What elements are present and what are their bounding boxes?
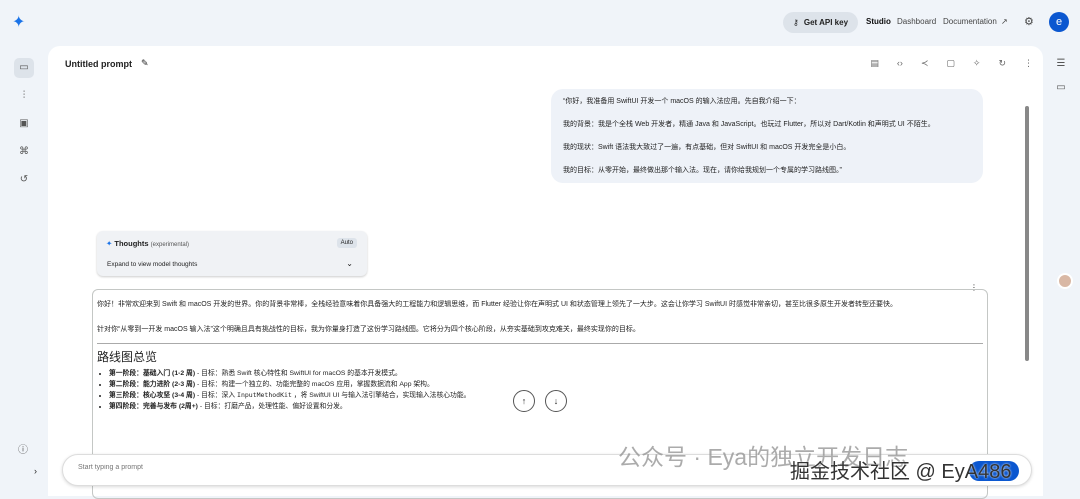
left-rail: ▭ ⫶ ▣ ⌘ ↺ (0, 50, 48, 195)
list-item: 第二阶段：能力进阶 (2-3 周) - 目标：构建一个独立的、功能完整的 mac… (109, 380, 983, 391)
avatar[interactable]: e (1049, 12, 1069, 32)
assistant-avatar[interactable] (1057, 273, 1073, 289)
stream-icon[interactable]: ⫶ (14, 86, 34, 106)
expand-thoughts[interactable]: Expand to view model thoughts (107, 261, 197, 268)
build-icon[interactable]: ⌘ (14, 142, 34, 162)
history-icon[interactable]: ↺ (14, 170, 34, 190)
chat-panel: Untitled prompt ✎ ▤ ‹› ≺ ▢ ✧ ↻ ⋮ “你好，我准备… (48, 46, 1043, 499)
thoughts-title: ✦ Thoughts (experimental) (106, 239, 189, 248)
message-line: 我的现状：Swift 语法我大致过了一遍，有点基础，但对 SwiftUI 和 m… (563, 144, 851, 152)
user-message: “你好，我准备用 SwiftUI 开发一个 macOS 的输入法应用。先自我介绍… (551, 89, 983, 184)
logo-icon[interactable]: ✦ (12, 12, 32, 32)
edit-icon[interactable]: ✎ (141, 58, 149, 69)
experimental-tag: (experimental) (150, 242, 190, 248)
message-line: 我的目标：从零开始，最终做出那个输入法。现在，请你给我规划一个专属的学习路线图。… (563, 167, 842, 175)
scroll-up-button[interactable]: ↑ (513, 390, 535, 412)
gear-icon[interactable]: ⚙ (1024, 15, 1034, 28)
thoughts-panel[interactable]: ✦ Thoughts (experimental) Auto Expand to… (97, 231, 367, 276)
auto-badge: Auto (336, 238, 357, 248)
nav-studio[interactable]: Studio (866, 17, 891, 26)
get-api-key-button[interactable]: ⚷ Get API key (783, 12, 859, 33)
toolbar: ▤ ‹› ≺ ▢ ✧ ↻ ⋮ (870, 58, 1033, 69)
chat-icon[interactable]: ▭ (14, 58, 34, 78)
message-line: 我的背景：我是个全栈 Web 开发者，精通 Java 和 JavaScript。… (563, 121, 935, 129)
right-rail: ☰ ▭ (1052, 52, 1070, 100)
media-icon[interactable]: ▣ (14, 114, 34, 134)
sparkle-icon: ✦ (106, 239, 113, 248)
share-icon[interactable]: ≺ (921, 58, 929, 69)
thoughts-label: Thoughts (114, 239, 149, 248)
top-bar: ✦ ⚷ Get API key Studio Dashboard Document… (0, 0, 1080, 44)
watermark: 掘金技术社区 @ EyA486 (790, 461, 1012, 483)
code-icon[interactable]: ‹› (897, 58, 903, 69)
response-paragraph: 针对你“从零到一开发 macOS 输入法”这个明确且具有挑战性的目标，我为你量身… (97, 325, 640, 333)
scroll-down-button[interactable]: ↓ (545, 390, 567, 412)
nav-dashboard[interactable]: Dashboard (897, 17, 936, 26)
expand-icon[interactable]: › (34, 466, 37, 476)
save-icon[interactable]: ▢ (946, 58, 955, 69)
info-icon[interactable]: ⓘ (18, 441, 28, 456)
response-heading: 路线图总览 (97, 350, 158, 364)
list-item: 第一阶段：基础入门 (1-2 周) - 目标：熟悉 Swift 核心特性和 Sw… (109, 369, 983, 380)
nav-documentation[interactable]: Documentation (943, 17, 997, 26)
settings-tune-icon[interactable]: ☰ (1052, 52, 1070, 76)
message-line: “你好，我准备用 SwiftUI 开发一个 macOS 的输入法应用。先自我介绍… (563, 98, 801, 105)
prompt-input[interactable] (78, 464, 678, 471)
reset-icon[interactable]: ↻ (998, 58, 1006, 69)
chevron-down-icon[interactable]: ⌄ (346, 259, 353, 268)
panel-icon[interactable]: ▭ (1052, 76, 1070, 100)
scrollbar[interactable] (1025, 106, 1029, 361)
prompt-title[interactable]: Untitled prompt (65, 59, 132, 69)
key-icon: ⚷ (793, 18, 799, 27)
magic-icon[interactable]: ✧ (973, 58, 981, 69)
response-paragraph: 你好！非常欢迎来到 Swift 和 macOS 开发的世界。你的背景非常棒，全栈… (97, 301, 897, 308)
divider (97, 343, 983, 344)
external-link-icon: ↗ (1001, 17, 1008, 26)
more-icon[interactable]: ⋮ (1024, 58, 1033, 69)
compare-icon[interactable]: ▤ (870, 58, 879, 69)
